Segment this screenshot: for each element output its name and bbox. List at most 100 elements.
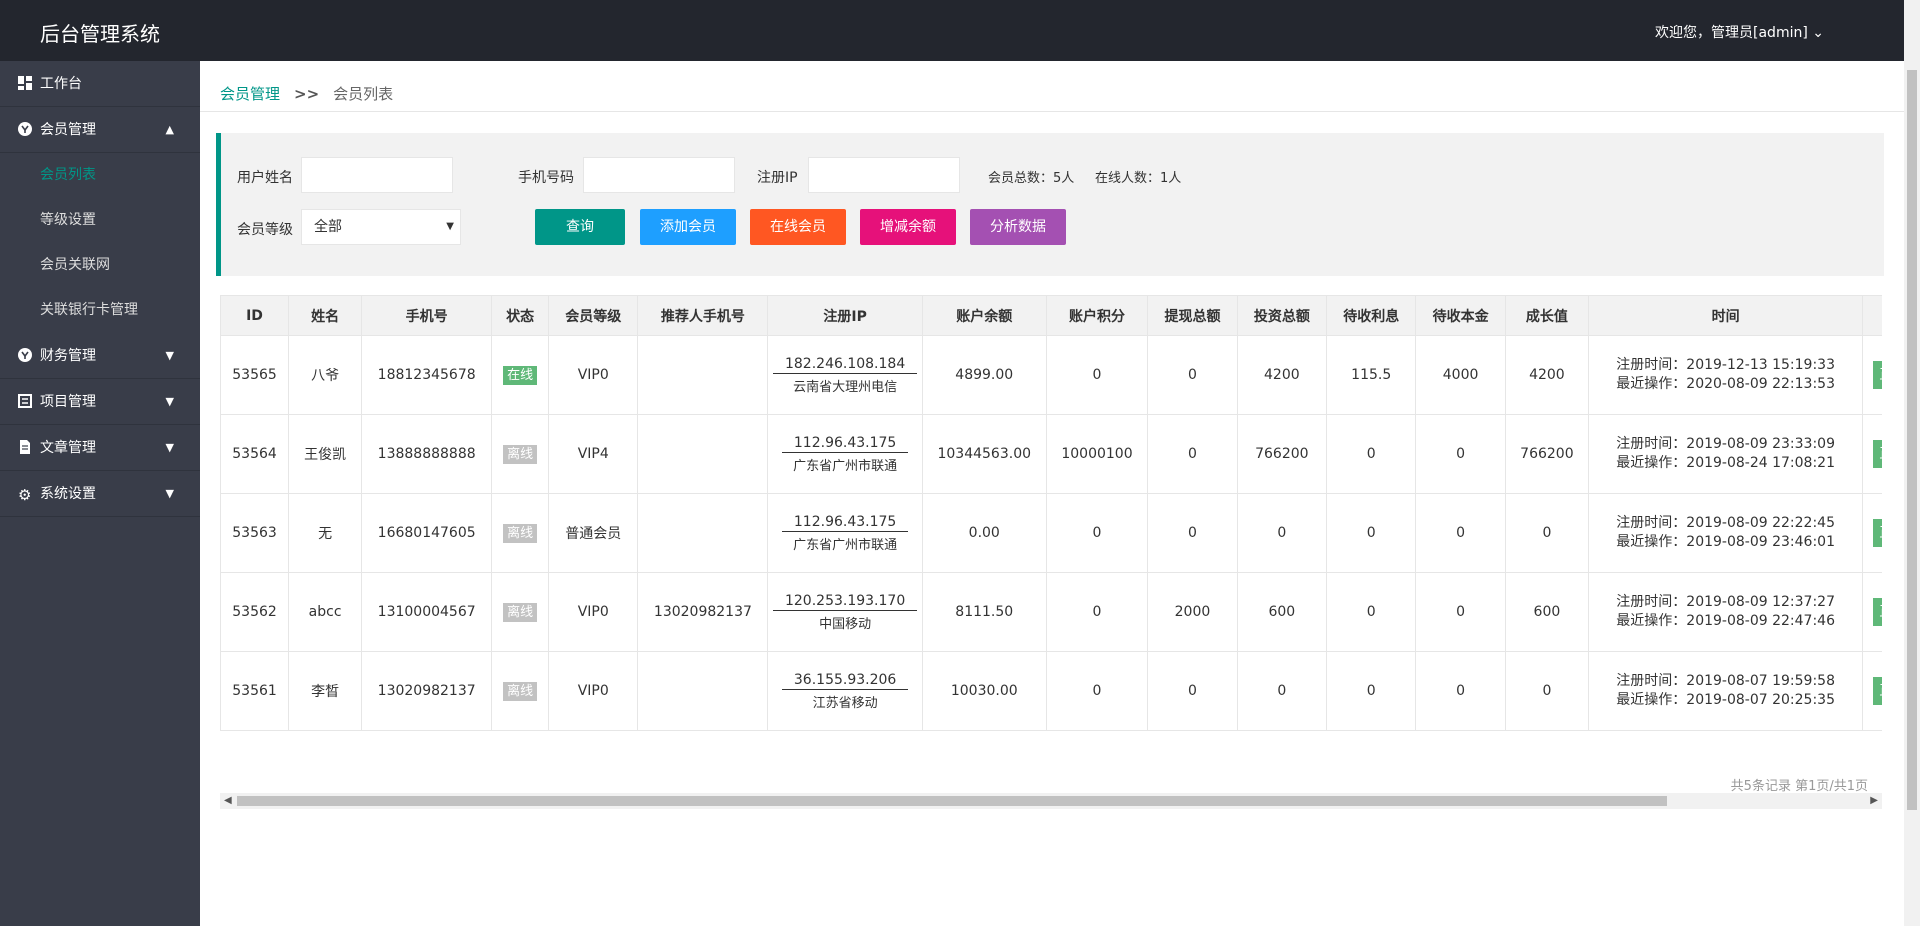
cell-id: 53563 xyxy=(220,493,290,573)
cell-status: 在线 xyxy=(491,335,550,415)
cell-withdraw: 0 xyxy=(1147,414,1238,494)
scroll-left-icon[interactable]: ◀ xyxy=(224,793,232,809)
freeze-toggle-button[interactable]: 正常 xyxy=(1873,677,1882,705)
col-time: 时间 xyxy=(1588,295,1864,336)
query-button[interactable]: 查询 xyxy=(535,209,625,245)
chevron-up-icon: ▲ xyxy=(165,123,174,136)
cell-phone: 13020982137 xyxy=(361,651,493,731)
col-phone: 手机号 xyxy=(361,295,493,336)
cell-invest: 4200 xyxy=(1236,335,1328,415)
sidebar-item-articles[interactable]: 文章管理 ▼ xyxy=(0,425,200,471)
cell-id: 53564 xyxy=(220,414,290,494)
freeze-toggle-button[interactable]: 正常 xyxy=(1873,598,1882,626)
col-ip: 注册IP xyxy=(767,295,923,336)
table-row: 53562 abcc 13100004567 离线 VIP0 13020982137 120… xyxy=(220,572,1882,652)
user-menu[interactable]: 欢迎您，管理员[admin] ⌄ xyxy=(1655,22,1824,42)
cell-interest: 115.5 xyxy=(1326,335,1417,415)
cell-name: 李晳 xyxy=(288,651,363,731)
ip-address: 112.96.43.175 xyxy=(781,435,909,453)
chevron-down-icon: ▼ xyxy=(165,441,174,454)
table-row: 53565 八爷 18812345678 在线 VIP0 182.246.108.184 云… xyxy=(220,335,1882,415)
cell-balance: 10344563.00 xyxy=(921,414,1047,494)
username-input[interactable] xyxy=(301,157,453,193)
table-row: 53563 无 16680147605 离线 普通会员 112.96.43.175 广东省广… xyxy=(220,493,1882,573)
vertical-scrollbar[interactable] xyxy=(1904,0,1920,926)
cell-withdraw: 0 xyxy=(1147,493,1238,573)
level-select[interactable]: 全部 ▼ xyxy=(301,209,461,245)
last-operation-time: 最近操作：2019-08-24 17:08:21 xyxy=(1616,455,1835,471)
cell-time: 注册时间：2019-08-09 12:37:27 最近操作：2019-08-09 … xyxy=(1588,572,1864,652)
cell-ip: 36.155.93.206 江苏省移动 xyxy=(767,651,923,731)
cell-id: 53561 xyxy=(220,651,290,731)
status-badge: 在线 xyxy=(503,365,538,385)
cell-principal: 0 xyxy=(1415,493,1506,573)
ip-address: 36.155.93.206 xyxy=(781,672,909,690)
divider xyxy=(200,111,1904,112)
cell-status: 离线 xyxy=(491,414,550,494)
sidebar-item-label: 系统设置 xyxy=(40,486,96,502)
breadcrumb-parent[interactable]: 会员管理 xyxy=(220,85,280,103)
breadcrumb-separator: >> xyxy=(294,85,320,103)
sidebar-subitem-member-list[interactable]: 会员列表 xyxy=(0,153,200,198)
chevron-down-icon: ⌄ xyxy=(1812,25,1824,41)
last-operation-time: 最近操作：2020-08-09 22:13:53 xyxy=(1616,376,1835,392)
cell-name: 王俊凯 xyxy=(288,414,363,494)
col-growth: 成长值 xyxy=(1504,295,1590,336)
register-time: 注册时间：2019-08-09 22:22:45 xyxy=(1616,515,1835,531)
col-invest: 投资总额 xyxy=(1236,295,1328,336)
cell-phone: 16680147605 xyxy=(361,493,493,573)
sidebar-subitem-member-network[interactable]: 会员关联网 xyxy=(0,243,200,288)
register-time: 注册时间：2019-08-07 19:59:58 xyxy=(1616,673,1835,689)
total-members: 会员总数：5人 xyxy=(988,171,1075,186)
col-principal: 待收本金 xyxy=(1415,295,1506,336)
chevron-down-icon: ▼ xyxy=(165,395,174,408)
last-operation-time: 最近操作：2019-08-09 22:47:46 xyxy=(1616,613,1835,629)
app-title: 后台管理系统 xyxy=(40,22,160,46)
analyze-button[interactable]: 分析数据 xyxy=(970,209,1066,245)
cell-balance: 0.00 xyxy=(921,493,1047,573)
adjust-balance-button[interactable]: 增减余额 xyxy=(860,209,956,245)
scrollbar-thumb[interactable] xyxy=(1907,70,1917,810)
sidebar-item-members[interactable]: 会员管理 ▲ xyxy=(0,107,200,153)
horizontal-scrollbar[interactable]: ◀ ▶ xyxy=(220,793,1882,809)
sidebar-item-projects[interactable]: 项目管理 ▼ xyxy=(0,379,200,425)
cell-level: VIP4 xyxy=(548,414,639,494)
ip-input[interactable] xyxy=(808,157,960,193)
phone-input[interactable] xyxy=(583,157,735,193)
add-member-button[interactable]: 添加会员 xyxy=(640,209,736,245)
sidebar-item-settings[interactable]: ⚙ 系统设置 ▼ xyxy=(0,471,200,517)
sidebar-item-finance[interactable]: 财务管理 ▼ xyxy=(0,333,200,379)
cell-growth: 4200 xyxy=(1504,335,1590,415)
cell-level: VIP0 xyxy=(548,335,639,415)
col-id: ID xyxy=(220,295,290,336)
scroll-right-icon[interactable]: ▶ xyxy=(1870,793,1878,809)
cell-principal: 0 xyxy=(1415,651,1506,731)
scrollbar-thumb[interactable] xyxy=(237,796,1667,806)
sidebar-item-dashboard[interactable]: 工作台 xyxy=(0,61,200,107)
member-table: ID 姓名 手机号 状态 会员等级 推荐人手机号 注册IP 账户余额 账户积分 … xyxy=(220,295,1882,791)
col-interest: 待收利息 xyxy=(1326,295,1417,336)
breadcrumb-current: 会员列表 xyxy=(333,85,394,103)
online-members-button[interactable]: 在线会员 xyxy=(750,209,846,245)
cell-referrer xyxy=(637,414,769,494)
freeze-toggle-button[interactable]: 正常 xyxy=(1873,440,1882,468)
cell-freeze: 正常 xyxy=(1862,651,1882,731)
col-withdraw: 提现总额 xyxy=(1147,295,1238,336)
last-operation-time: 最近操作：2019-08-07 20:25:35 xyxy=(1616,692,1835,708)
finance-icon xyxy=(18,348,32,362)
cell-points: 0 xyxy=(1045,493,1149,573)
welcome-text: 欢迎您，管理员[admin] xyxy=(1655,25,1808,41)
cell-balance: 8111.50 xyxy=(921,572,1047,652)
cell-points: 0 xyxy=(1045,651,1149,731)
freeze-toggle-button[interactable]: 正常 xyxy=(1873,361,1882,389)
ip-address: 120.253.193.170 xyxy=(772,593,918,611)
cell-withdraw: 0 xyxy=(1147,335,1238,415)
sidebar-subitem-bank-cards[interactable]: 关联银行卡管理 xyxy=(0,288,200,333)
freeze-toggle-button[interactable]: 正常 xyxy=(1873,519,1882,547)
ip-label: 注册IP xyxy=(757,170,798,186)
sidebar-subitem-level-settings[interactable]: 等级设置 xyxy=(0,198,200,243)
cell-interest: 0 xyxy=(1326,572,1417,652)
level-label: 会员等级 xyxy=(237,222,293,238)
cell-ip: 112.96.43.175 广东省广州市联通 xyxy=(767,493,923,573)
col-name: 姓名 xyxy=(288,295,363,336)
